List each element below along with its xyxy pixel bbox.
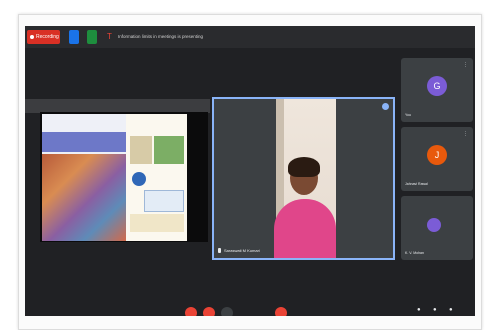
caption-icon: T <box>107 32 112 41</box>
slide-image <box>130 136 152 164</box>
slide-right-panel <box>126 114 187 241</box>
slide-textbox <box>144 190 184 212</box>
mic-icon <box>218 248 221 254</box>
slide-image <box>154 136 184 164</box>
recording-label: Recording <box>36 34 59 40</box>
top-bar: Recording T Information limits in meetin… <box>25 26 475 48</box>
notice-text: Information limits in meetings is presen… <box>118 34 204 39</box>
participant-name: You <box>405 113 411 117</box>
more-vert-icon[interactable]: ⋮ <box>463 62 468 68</box>
chat-icon[interactable]: ● <box>449 306 457 314</box>
mic-button[interactable] <box>185 307 197 316</box>
more-vert-icon[interactable]: ⋮ <box>463 131 468 137</box>
record-dot-icon <box>30 34 34 39</box>
meeting-window: Recording T Information limits in meetin… <box>25 26 475 316</box>
recording-badge[interactable]: Recording <box>27 30 60 44</box>
avatar: G <box>427 76 447 96</box>
leave-call-button[interactable] <box>275 307 287 316</box>
bottom-toolbar: ● ● ● <box>25 288 475 316</box>
captions-button[interactable] <box>221 307 233 316</box>
slide-photo <box>42 154 126 241</box>
info-icon[interactable]: ● <box>417 306 425 314</box>
people-icon[interactable]: ● <box>433 306 441 314</box>
participant-name: K. V. Mohan <box>405 251 424 255</box>
camera-button[interactable] <box>203 307 215 316</box>
participant-tile[interactable]: K. V. Mohan <box>401 196 473 260</box>
presentation-header <box>25 99 210 113</box>
camera-name-label: Saraswati M Kumari <box>224 248 260 253</box>
participant-name: Jahnavi Rawal <box>405 182 428 186</box>
participant-video <box>274 199 336 258</box>
lock-icon[interactable] <box>87 30 97 44</box>
pin-icon[interactable] <box>382 103 389 110</box>
shared-slide <box>42 114 187 241</box>
avatar <box>427 218 441 232</box>
camera-name: Saraswati M Kumari <box>218 248 260 254</box>
avatar: J <box>427 145 447 165</box>
participant-video <box>288 157 320 177</box>
slide-textbox <box>130 214 184 232</box>
participant-tile[interactable]: ⋮ G You <box>401 58 473 122</box>
shield-icon[interactable] <box>69 30 79 44</box>
slide-title-strip <box>42 132 126 152</box>
slide-logo <box>132 172 146 186</box>
participant-tile[interactable]: ⋮ J Jahnavi Rawal <box>401 127 473 191</box>
camera-tile[interactable]: Saraswati M Kumari <box>212 97 395 260</box>
